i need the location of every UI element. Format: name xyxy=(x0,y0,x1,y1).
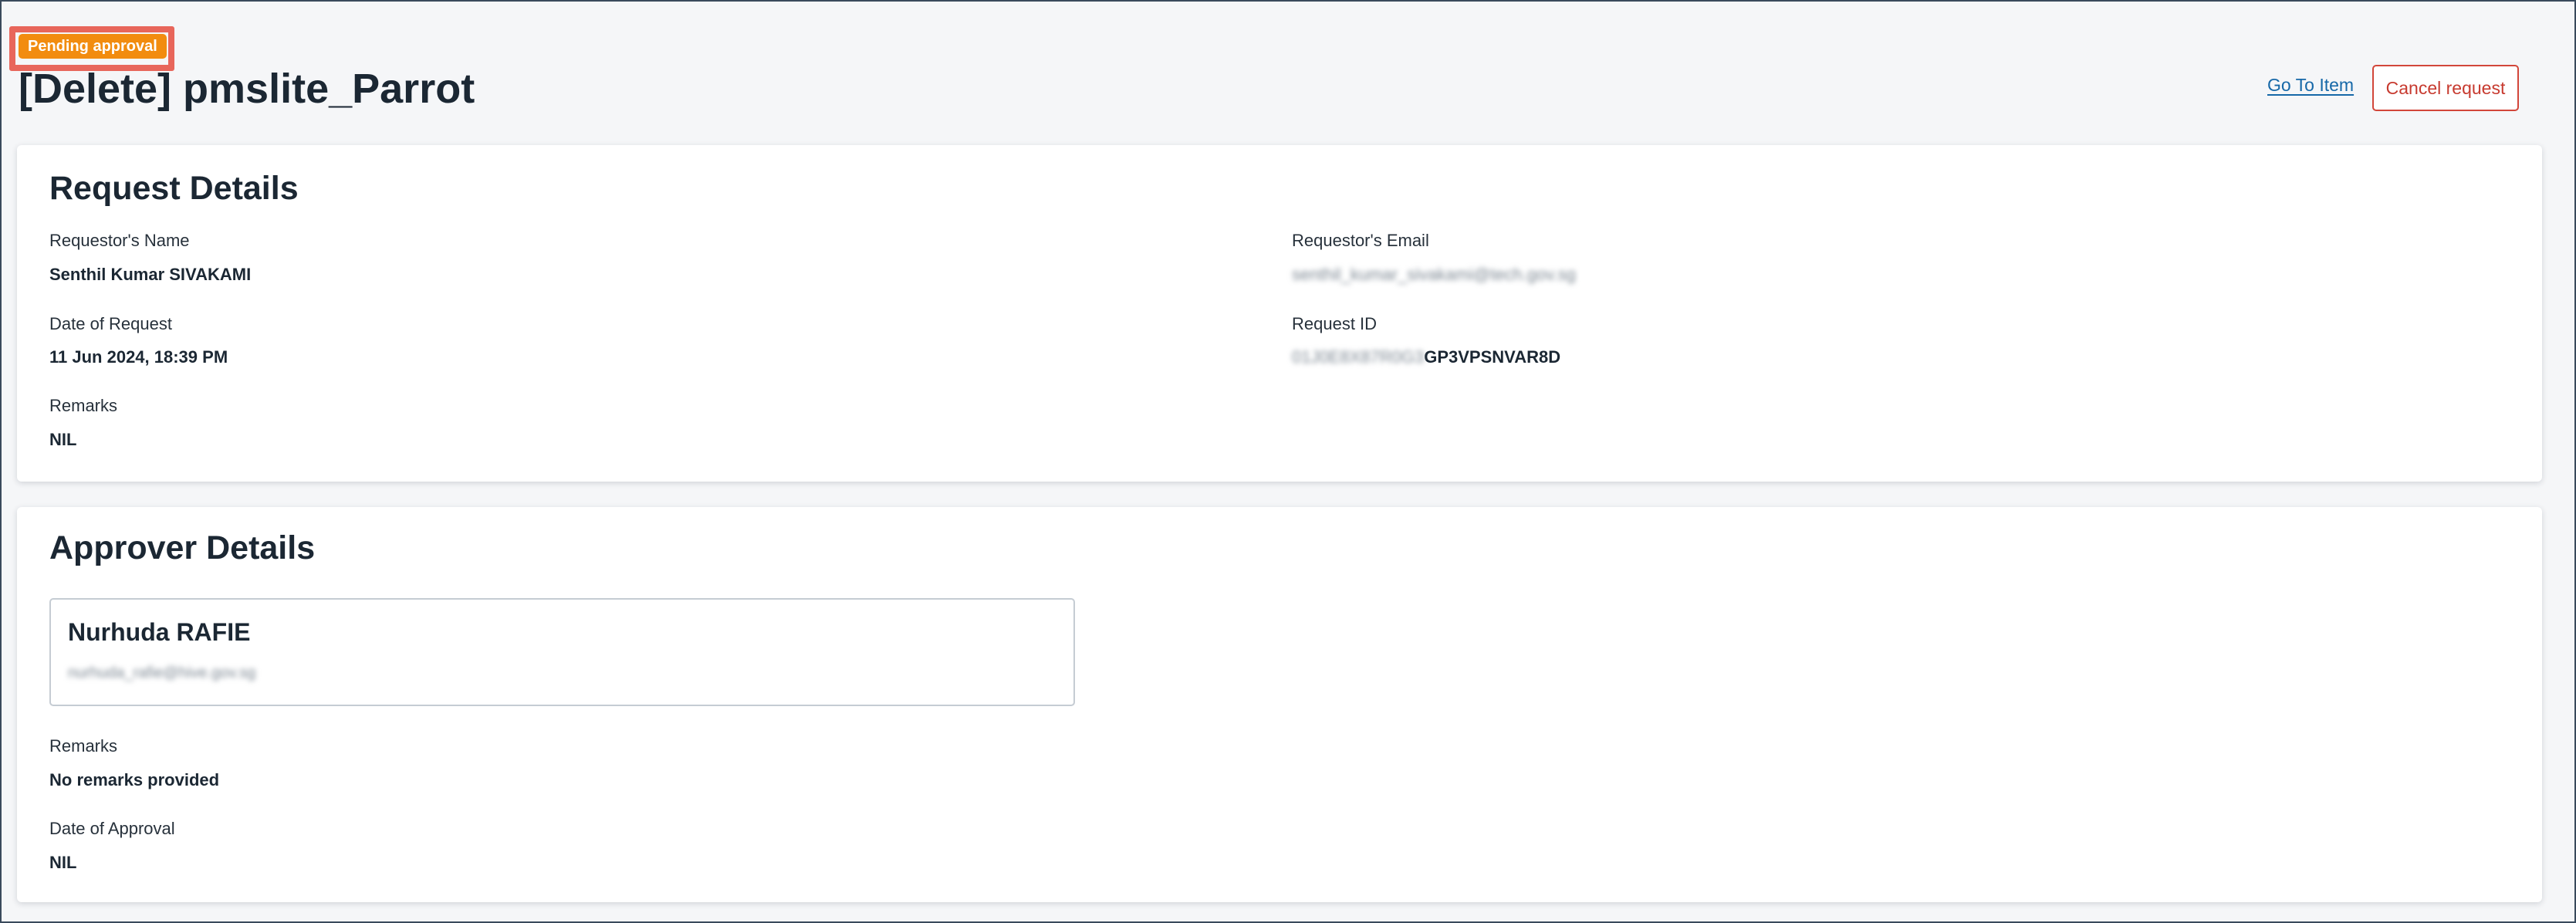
page-title: [Delete] pmslite_Parrot xyxy=(19,66,475,112)
date-of-approval-value: NIL xyxy=(49,853,77,872)
request-page: Pending approval [Delete] pmslite_Parrot… xyxy=(2,2,2574,921)
request-id-label: Request ID xyxy=(1292,314,1378,333)
request-remarks-label: Remarks xyxy=(49,396,118,415)
approver-card: Nurhuda RAFIE nurhuda_rafie@hive.gov.sg xyxy=(49,598,1075,706)
request-id-prefix: 01J0E8X87R0G3 xyxy=(1292,347,1425,367)
approver-name: Nurhuda RAFIE xyxy=(68,618,251,646)
approver-details-heading: Approver Details xyxy=(49,529,316,566)
requestor-email-value: senthil_kumar_sivakami@tech.gov.sg xyxy=(1292,265,1576,284)
request-details-card: Request Details Requestor's Name Senthil… xyxy=(17,145,2542,482)
request-id-value: 01J0E8X87R0G3GP3VPSNVAR8D xyxy=(1292,347,1560,368)
approver-remarks-value: No remarks provided xyxy=(49,770,220,789)
approver-remarks-label: Remarks xyxy=(49,736,118,756)
date-of-request-value: 11 Jun 2024, 18:39 PM xyxy=(49,347,228,367)
request-id-suffix: GP3VPSNVAR8D xyxy=(1424,347,1561,367)
cancel-request-button[interactable]: Cancel request xyxy=(2372,65,2519,111)
date-of-request-label: Date of Request xyxy=(49,314,172,333)
status-badge: Pending approval xyxy=(19,34,167,59)
requestor-name-value: Senthil Kumar SIVAKAMI xyxy=(49,265,252,284)
request-details-heading: Request Details xyxy=(49,170,299,207)
approver-details-card: Approver Details Nurhuda RAFIE nurhuda_r… xyxy=(17,507,2542,902)
date-of-approval-label: Date of Approval xyxy=(49,819,175,838)
requestor-name-label: Requestor's Name xyxy=(49,231,190,250)
requestor-email-label: Requestor's Email xyxy=(1292,231,1429,250)
go-to-item-link[interactable]: Go To Item xyxy=(2267,73,2354,97)
request-remarks-value: NIL xyxy=(49,430,77,449)
approver-email: nurhuda_rafie@hive.gov.sg xyxy=(68,664,256,681)
